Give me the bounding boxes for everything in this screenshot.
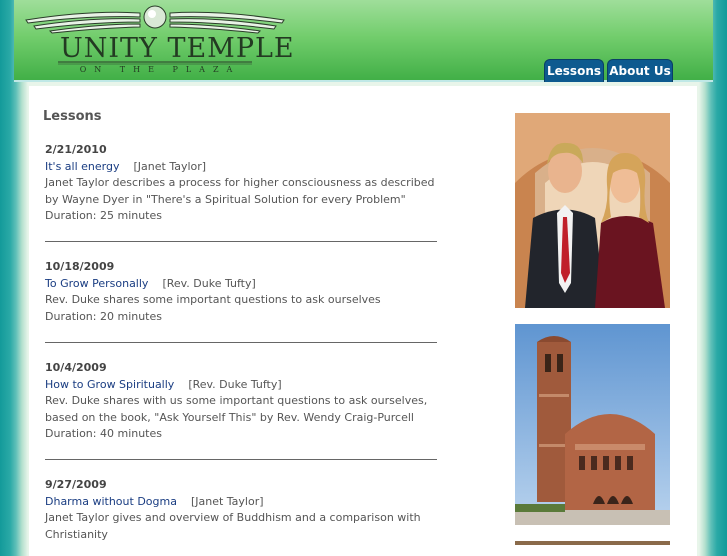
lesson-date: 10/18/2009 [45, 260, 115, 273]
lesson-description: Janet Taylor gives and overview of Buddh… [45, 511, 421, 524]
lesson-description: Janet Taylor describes a process for hig… [45, 176, 435, 189]
lesson-item: 10/18/2009 To Grow Personally [Rev. Duke … [45, 259, 445, 325]
lesson-description: Rev. Duke shares with us some important … [45, 394, 428, 407]
lesson-author: [Janet Taylor] [190, 494, 264, 508]
site-logo[interactable]: UNITY TEMPLE ON THE PLAZA [20, 4, 295, 78]
lesson-author: [Rev. Duke Tufty] [188, 377, 282, 391]
lesson-divider [45, 459, 437, 460]
nav-tab-about-us[interactable]: About Us [607, 59, 673, 82]
lesson-item: 10/4/2009 How to Grow Spiritually [Rev. D… [45, 360, 445, 443]
logo-subtitle: ON THE PLAZA [79, 65, 241, 74]
lesson-description: Rev. Duke shares some important question… [45, 293, 381, 306]
lesson-divider [45, 342, 437, 343]
lesson-description: by Wayne Dyer in "There's a Spiritual So… [45, 192, 406, 206]
lesson-title-link[interactable]: How to Grow Spiritually [45, 378, 174, 391]
ministers-photo [515, 113, 670, 308]
lesson-item: 9/27/2009 Dharma without Dogma [Janet Tay… [45, 477, 445, 543]
lesson-title-link[interactable]: It's all energy [45, 160, 120, 173]
lesson-duration: Duration: 20 minutes [45, 309, 162, 323]
photo-partial [515, 541, 670, 545]
lesson-title-link[interactable]: To Grow Personally [45, 277, 148, 290]
logo-title: UNITY TEMPLE [60, 33, 295, 64]
lesson-author: [Rev. Duke Tufty] [162, 276, 256, 290]
lesson-date: 10/4/2009 [45, 361, 107, 374]
nav-tab-lessons[interactable]: Lessons [544, 59, 604, 82]
lesson-duration: Duration: 40 minutes [45, 427, 162, 440]
page-title: Lessons [43, 109, 102, 124]
lesson-divider [45, 241, 437, 242]
lesson-description: based on the book, "Ask Yourself This" b… [45, 410, 414, 424]
lesson-item: 2/21/2010 It's all energy [Janet Taylor] … [45, 142, 445, 225]
lesson-date: 2/21/2010 [45, 143, 107, 156]
lesson-duration: Duration: 25 minutes [45, 209, 162, 222]
lesson-date: 9/27/2009 [45, 478, 107, 491]
lesson-title-link[interactable]: Dharma without Dogma [45, 495, 177, 508]
lesson-author: [Janet Taylor] [133, 159, 207, 173]
temple-building-photo [515, 324, 670, 525]
lesson-description: Christianity [45, 527, 108, 541]
